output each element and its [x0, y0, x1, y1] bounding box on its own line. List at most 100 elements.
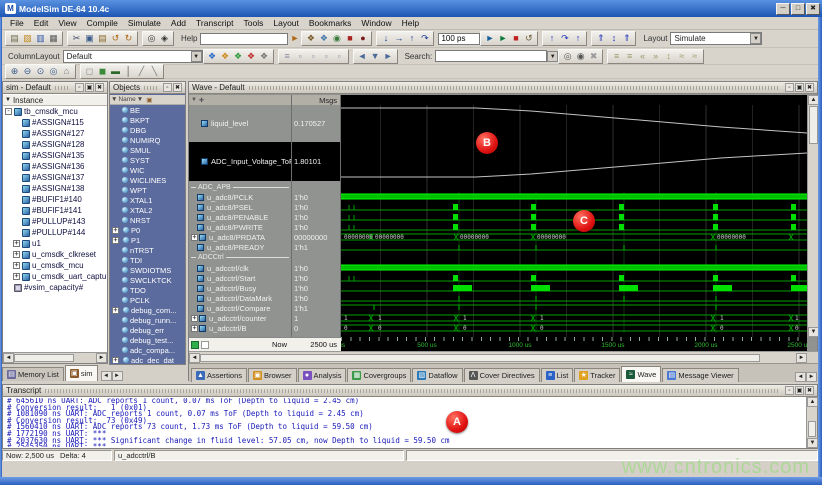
- tab-assertions[interactable]: ▲Assertions: [191, 368, 247, 382]
- open-folder-icon[interactable]: ▨: [21, 32, 34, 45]
- tree-item[interactable]: +u_cmsdk_clkreset: [3, 249, 107, 260]
- help-go-icon[interactable]: ►: [288, 32, 301, 45]
- select-mode-icon[interactable]: ◻: [83, 65, 96, 78]
- objects-item[interactable]: +P1: [110, 235, 185, 245]
- objects-item[interactable]: debug_err: [110, 325, 185, 335]
- search-next-icon[interactable]: ◉: [574, 50, 587, 63]
- zoom-in-icon[interactable]: ⊕: [8, 65, 21, 78]
- wave-signal-name[interactable]: +u_adc8/PRDATA: [189, 232, 291, 242]
- wave-signal-name[interactable]: u_adc8/PWRITE: [189, 222, 291, 232]
- expand-icon[interactable]: +: [13, 273, 20, 280]
- wave-panel-header[interactable]: Wave - Default ▫ ▣ ✖: [189, 82, 817, 94]
- tab-covergroups[interactable]: ▦Covergroups: [347, 368, 411, 382]
- objects-item[interactable]: debug_test...: [110, 335, 185, 345]
- scroll-thumb[interactable]: [14, 354, 74, 362]
- objects-filter-bar[interactable]: ▼ Name ▼ ▣: [110, 95, 185, 105]
- objects-item[interactable]: NUMIRQ: [110, 135, 185, 145]
- expand-icon[interactable]: +: [112, 227, 119, 234]
- next-transition-icon[interactable]: ↑: [571, 32, 584, 45]
- restart-icon[interactable]: ↺: [522, 32, 535, 45]
- transcript-panel-header[interactable]: Transcript ▫ ▣ ✖: [3, 385, 817, 397]
- wave-group-divider[interactable]: ADCCtrl: [189, 252, 291, 263]
- wave-horizontal-scrollbar[interactable]: ◄ ►: [189, 351, 807, 363]
- tree-item[interactable]: #PULLUP#144: [3, 227, 107, 238]
- title-bar[interactable]: M ModelSim DE-64 10.4c ─ □ ✖: [0, 0, 822, 17]
- scroll-right-icon[interactable]: ►: [796, 353, 807, 363]
- objects-item[interactable]: WICLINES: [110, 175, 185, 185]
- dock-icon[interactable]: ▫: [785, 386, 794, 395]
- sim-horizontal-scrollbar[interactable]: ◄ ►: [3, 352, 107, 363]
- scroll-up-icon[interactable]: ▲: [807, 397, 818, 407]
- dock-icon[interactable]: ▫: [163, 83, 172, 92]
- tree-item[interactable]: +u_cmsdk_mcu: [3, 260, 107, 271]
- window-tab-sim[interactable]: ▣sim: [65, 365, 98, 381]
- objects-item[interactable]: TDO: [110, 285, 185, 295]
- next-cursor-icon[interactable]: ►: [382, 50, 395, 63]
- step-current-icon[interactable]: ↷: [418, 32, 431, 45]
- run-all-icon[interactable]: ►: [496, 32, 509, 45]
- options-icon[interactable]: ▣: [146, 96, 152, 104]
- add-wave-icon[interactable]: ❖: [232, 50, 245, 63]
- expand-icon[interactable]: +: [191, 325, 198, 332]
- hierarchy-icon[interactable]: ≈: [688, 50, 701, 63]
- redo-icon[interactable]: ↻: [122, 32, 135, 45]
- swap-cursor-icon[interactable]: ↕: [607, 32, 620, 45]
- expand-icon[interactable]: +: [112, 307, 119, 314]
- expand-icon[interactable]: +: [13, 251, 20, 258]
- tab-scroll-right-icon[interactable]: ►: [806, 372, 817, 382]
- menu-simulate[interactable]: Simulate: [123, 18, 166, 28]
- menu-tools[interactable]: Tools: [239, 18, 269, 28]
- objects-item[interactable]: NRST: [110, 215, 185, 225]
- insert-divider-icon[interactable]: ≡: [281, 50, 294, 63]
- compile-all-icon[interactable]: ❖: [317, 32, 330, 45]
- pan-mode-icon[interactable]: ▬: [109, 65, 122, 78]
- break-icon[interactable]: ■: [343, 32, 356, 45]
- sim-panel-header[interactable]: sim - Default ▫ ▣ ✖: [3, 82, 107, 94]
- simulate-icon[interactable]: ◉: [330, 32, 343, 45]
- expand-icon[interactable]: +: [191, 315, 198, 322]
- tree-item[interactable]: #ASSIGN#135: [3, 150, 107, 161]
- tab-list[interactable]: ≡List: [541, 368, 574, 382]
- objects-item[interactable]: TDI: [110, 255, 185, 265]
- help-search-input[interactable]: [200, 33, 288, 45]
- menu-add[interactable]: Add: [166, 18, 191, 28]
- tree-item[interactable]: +u1: [3, 238, 107, 249]
- run-length-input[interactable]: [438, 33, 480, 45]
- objects-item[interactable]: DBG: [110, 125, 185, 135]
- wave-signal-name[interactable]: +u_adcctrl/B: [189, 323, 291, 333]
- tab-tracker[interactable]: ★Tracker: [574, 368, 620, 382]
- cursor-select-icon[interactable]: ▼: [369, 50, 382, 63]
- dock-icon[interactable]: ▫: [75, 83, 84, 92]
- tree-item[interactable]: #vsim_capacity#: [3, 282, 107, 293]
- wave-group-divider[interactable]: ADC_APB: [189, 183, 291, 192]
- tab-wave[interactable]: ≈Wave: [621, 366, 661, 382]
- toggle-leaf-icon[interactable]: ↕: [662, 50, 675, 63]
- window-tab-memory-list[interactable]: ▤Memory List: [2, 367, 64, 381]
- objects-item[interactable]: BKPT: [110, 115, 185, 125]
- instance-column-header[interactable]: ▼ Instance: [3, 95, 107, 106]
- wave-timeline[interactable]: 0 us500 us1000 us1500 us2000 us2500 us: [341, 337, 807, 351]
- objects-item[interactable]: XTAL2: [110, 205, 185, 215]
- wave-signal-name[interactable]: u_adcctrl/Busy: [189, 283, 291, 293]
- collapse-all-icon[interactable]: ◈: [158, 32, 171, 45]
- tree-item[interactable]: #ASSIGN#127: [3, 128, 107, 139]
- menu-layout[interactable]: Layout: [268, 18, 304, 28]
- next-page-icon[interactable]: »: [649, 50, 662, 63]
- scroll-thumb[interactable]: [809, 106, 818, 144]
- copy-icon[interactable]: ▣: [83, 32, 96, 45]
- menu-transcript[interactable]: Transcript: [191, 18, 238, 28]
- sort-za-icon[interactable]: ≡: [623, 50, 636, 63]
- insert-marker-icon[interactable]: ▫: [307, 50, 320, 63]
- sort-az-icon[interactable]: ≡: [610, 50, 623, 63]
- wave-signal-name[interactable]: u_adc8/PENABLE: [189, 212, 291, 222]
- scroll-left-icon[interactable]: ◄: [3, 353, 14, 363]
- wave-signal-name[interactable]: liquid_level: [189, 105, 291, 142]
- tab-analysis[interactable]: ●Analysis: [298, 368, 347, 382]
- tree-item[interactable]: #BUFIF1#140: [3, 194, 107, 205]
- tab-scroll-left-icon[interactable]: ◄: [795, 372, 806, 382]
- menu-view[interactable]: View: [53, 18, 81, 28]
- search-input[interactable]: [435, 50, 547, 62]
- menu-compile[interactable]: Compile: [82, 18, 123, 28]
- tab-dataflow[interactable]: ▧Dataflow: [412, 368, 462, 382]
- wave-signal-name[interactable]: ADC_Input_Voltage_ToF: [189, 142, 291, 181]
